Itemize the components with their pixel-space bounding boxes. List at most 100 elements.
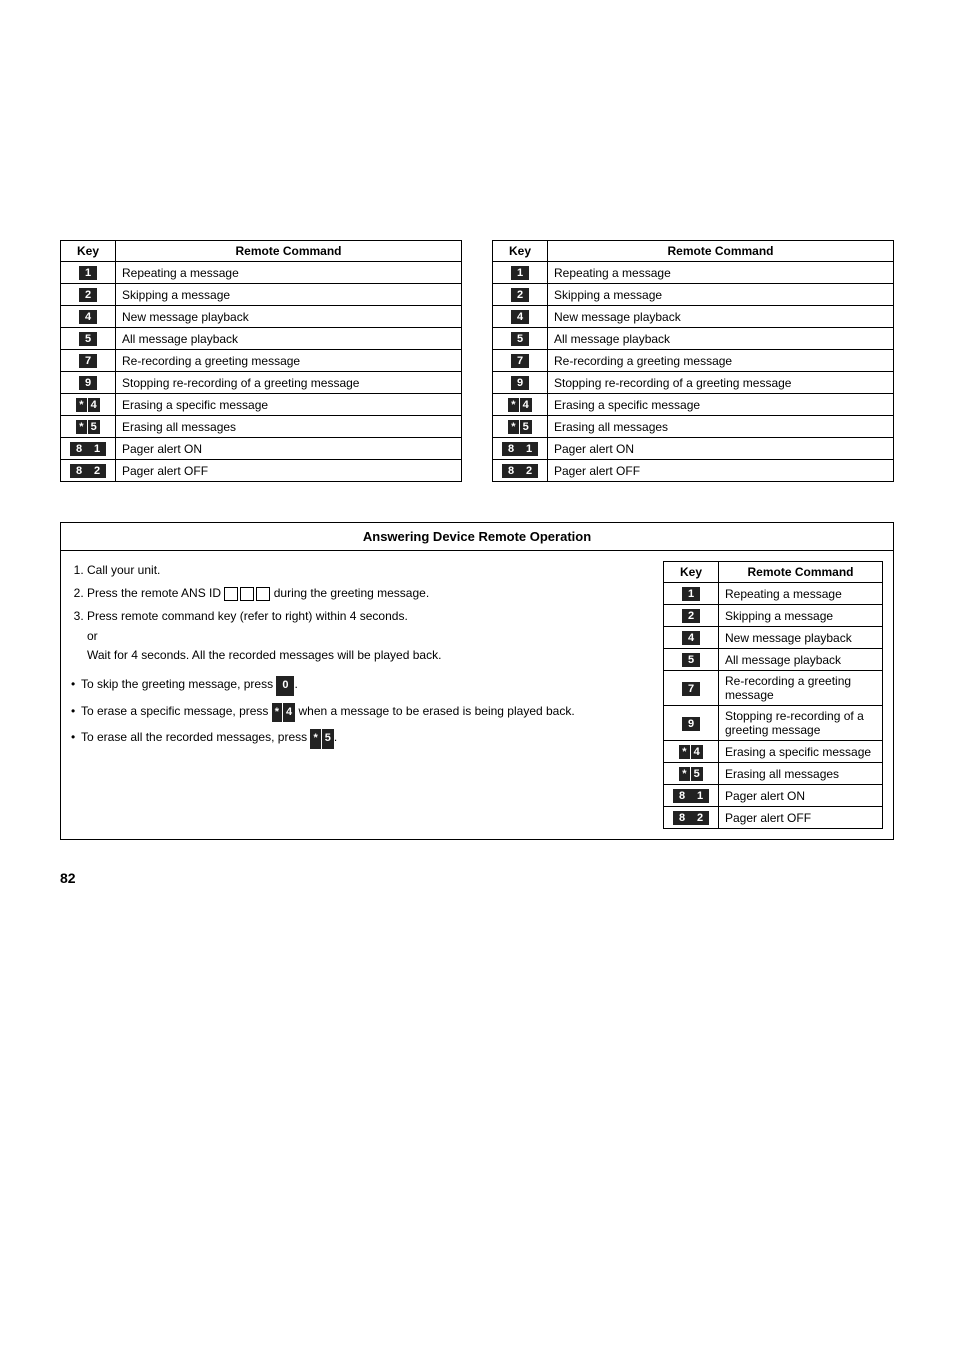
key-cell: *5 [664,763,719,785]
command-cell: Repeating a message [719,583,883,605]
table-row: 82 Pager alert OFF [493,460,894,482]
table-row: 9 Stopping re-recording of a greeting me… [493,372,894,394]
command-cell: Erasing all messages [719,763,883,785]
table-row: *4 Erasing a specific message [493,394,894,416]
instruction-list: Call your unit. Press the remote ANS ID … [87,561,648,665]
table-row: 1 Repeating a message [493,262,894,284]
key-cell: 9 [664,706,719,741]
table2-container: Key Remote Command 1 Repeating a message… [492,240,894,482]
table-row: *5 Erasing all messages [61,416,462,438]
table1-header-key: Key [61,241,116,262]
table-row: 82 Pager alert OFF [664,807,883,829]
key-cell: 4 [61,306,116,328]
command-cell: Re-recording a greeting message [116,350,462,372]
command-cell: All message playback [548,328,894,350]
table-row: 81 Pager alert ON [61,438,462,460]
table-row: 1 Repeating a message [664,583,883,605]
table-row: 2 Skipping a message [493,284,894,306]
table-row: 5 All message playback [664,649,883,671]
command-cell: Stopping re-recording of a greeting mess… [719,706,883,741]
table1-container: Key Remote Command 1 Repeating a message… [60,240,462,482]
table-row: 4 New message playback [664,627,883,649]
key-cell: 4 [664,627,719,649]
answering-section: Answering Device Remote Operation Call y… [60,522,894,840]
table-row: 82 Pager alert OFF [61,460,462,482]
table2-header-command: Remote Command [548,241,894,262]
key-cell: *4 [61,394,116,416]
command-cell: Pager alert ON [719,785,883,807]
instruction-2: Press the remote ANS ID during the greet… [87,584,648,603]
bullet-1: To skip the greeting message, press 0. [71,675,648,696]
bullet-3: To erase all the recorded messages, pres… [71,728,648,749]
command-cell: Stopping re-recording of a greeting mess… [116,372,462,394]
answering-table-header-command: Remote Command [719,562,883,583]
bullet-list: To skip the greeting message, press 0. T… [71,675,648,749]
bullet-2: To erase a specific message, press *4 wh… [71,702,648,723]
key-cell: 81 [61,438,116,460]
key-cell: 82 [664,807,719,829]
command-cell: Pager alert ON [116,438,462,460]
table-row: 5 All message playback [61,328,462,350]
table-row: 7 Re-recording a greeting message [61,350,462,372]
key-cell: 81 [664,785,719,807]
command-cell: Pager alert OFF [116,460,462,482]
key-cell: 7 [61,350,116,372]
key-cell: *4 [493,394,548,416]
answering-table: Key Remote Command 1 Repeating a message… [663,561,883,829]
key-cell: 2 [61,284,116,306]
table-row: *4 Erasing a specific message [664,741,883,763]
key-cell: 82 [61,460,116,482]
key-cell: 1 [664,583,719,605]
answering-body: Call your unit. Press the remote ANS ID … [61,551,893,839]
table-row: *5 Erasing all messages [664,763,883,785]
key-cell: 9 [61,372,116,394]
table-row: 7 Re-recording a greeting message [493,350,894,372]
key-cell: 81 [493,438,548,460]
table-row: 2 Skipping a message [664,605,883,627]
command-cell: Skipping a message [116,284,462,306]
key-cell: 2 [493,284,548,306]
answering-table-container: Key Remote Command 1 Repeating a message… [663,561,883,829]
table-row: 4 New message playback [493,306,894,328]
command-cell: Re-recording a greeting message [719,671,883,706]
command-cell: Skipping a message [719,605,883,627]
command-cell: New message playback [548,306,894,328]
key-cell: 82 [493,460,548,482]
table-row: 5 All message playback [493,328,894,350]
answering-instructions: Call your unit. Press the remote ANS ID … [71,561,663,829]
command-cell: Pager alert OFF [548,460,894,482]
key-cell: 4 [493,306,548,328]
command-cell: Stopping re-recording of a greeting mess… [548,372,894,394]
command-cell: Erasing a specific message [719,741,883,763]
command-cell: All message playback [719,649,883,671]
command-cell: Repeating a message [548,262,894,284]
command-cell: Erasing all messages [116,416,462,438]
command-cell: Skipping a message [548,284,894,306]
table-row: 9 Stopping re-recording of a greeting me… [664,706,883,741]
key-cell: *5 [61,416,116,438]
command-cell: Erasing a specific message [548,394,894,416]
table-row: 4 New message playback [61,306,462,328]
key-cell: *4 [664,741,719,763]
table-row: 81 Pager alert ON [664,785,883,807]
instruction-1: Call your unit. [87,561,648,580]
answering-table-header-key: Key [664,562,719,583]
table-row: 7 Re-recording a greeting message [664,671,883,706]
table-row: 9 Stopping re-recording of a greeting me… [61,372,462,394]
tables-row: Key Remote Command 1 Repeating a message… [60,240,894,482]
table-row: *5 Erasing all messages [493,416,894,438]
answering-section-title: Answering Device Remote Operation [61,523,893,551]
instruction-3: Press remote command key (refer to right… [87,607,648,665]
key-cell: 2 [664,605,719,627]
table2-header-key: Key [493,241,548,262]
command-cell: Erasing all messages [548,416,894,438]
table-row: 81 Pager alert ON [493,438,894,460]
command-cell: New message playback [116,306,462,328]
table-row: 1 Repeating a message [61,262,462,284]
command-cell: Repeating a message [116,262,462,284]
table-row: 2 Skipping a message [61,284,462,306]
page-content: Key Remote Command 1 Repeating a message… [60,40,894,886]
key-cell: 1 [493,262,548,284]
key-cell: 5 [493,328,548,350]
command-cell: New message playback [719,627,883,649]
